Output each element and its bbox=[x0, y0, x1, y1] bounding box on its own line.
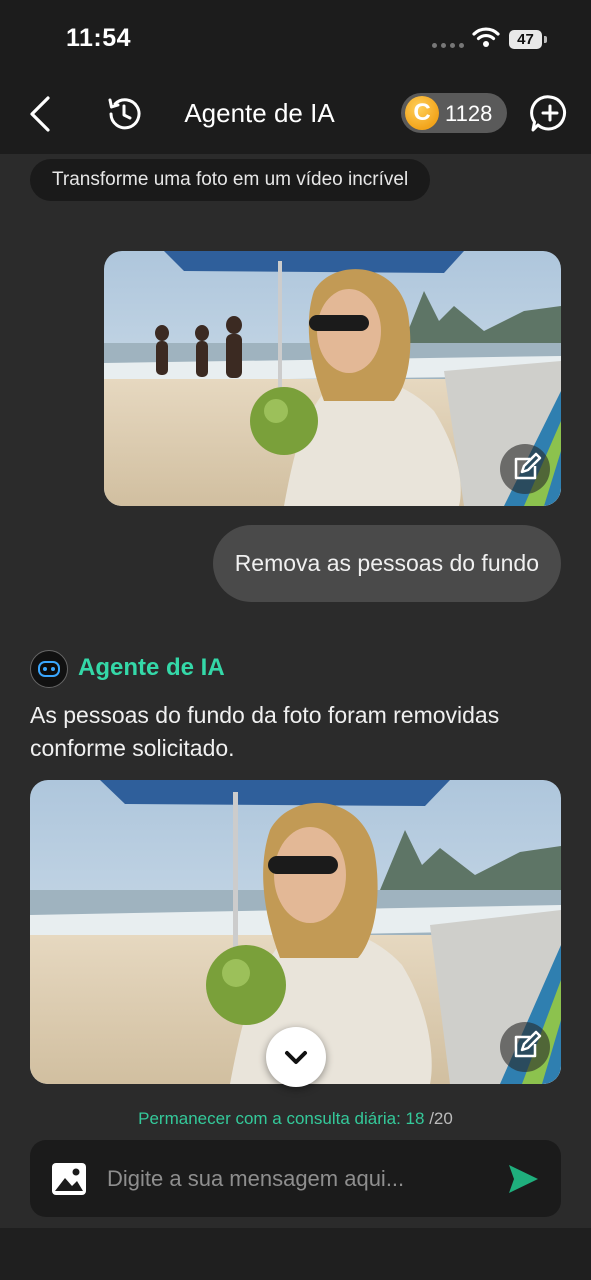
quota-label: Permanecer com a consulta diária: bbox=[138, 1109, 406, 1128]
coin-icon bbox=[405, 96, 439, 130]
bottom-bar bbox=[0, 1228, 591, 1280]
new-chat-button[interactable] bbox=[530, 94, 570, 134]
status-time: 11:54 bbox=[66, 24, 132, 52]
edit-result-button[interactable] bbox=[500, 1022, 550, 1072]
send-icon bbox=[509, 1165, 538, 1193]
status-bar: 11:54 47 bbox=[0, 0, 591, 80]
app-header: Agente de IA 1128 bbox=[0, 80, 591, 154]
edit-icon bbox=[514, 1030, 542, 1058]
new-chat-icon bbox=[530, 95, 566, 132]
back-button[interactable] bbox=[24, 94, 60, 134]
user-message-bubble: Remova as pessoas do fundo bbox=[212, 525, 561, 602]
send-button[interactable] bbox=[504, 1160, 542, 1198]
scroll-to-bottom-button[interactable] bbox=[266, 1027, 326, 1087]
chevron-down-icon bbox=[285, 1051, 307, 1064]
beach-photo-with-people bbox=[104, 251, 561, 506]
image-icon bbox=[52, 1163, 86, 1195]
back-icon bbox=[30, 96, 50, 132]
message-input[interactable] bbox=[105, 1158, 489, 1200]
agent-avatar-icon bbox=[30, 650, 68, 688]
attach-image-button[interactable] bbox=[50, 1160, 88, 1198]
coin-balance[interactable]: 1128 bbox=[401, 93, 507, 133]
quota-used: 18 bbox=[405, 1109, 425, 1128]
battery-level: 47 bbox=[509, 30, 542, 49]
agent-reply-text: As pessoas do fundo da foto foram removi… bbox=[30, 702, 500, 761]
history-icon bbox=[108, 98, 141, 130]
coin-count: 1128 bbox=[445, 101, 493, 126]
message-composer bbox=[30, 1140, 561, 1217]
user-uploaded-photo[interactable] bbox=[104, 251, 561, 506]
quota-max: /20 bbox=[429, 1109, 453, 1128]
edit-icon bbox=[514, 452, 542, 480]
agent-name: Agente de IA bbox=[78, 654, 225, 681]
prompt-suggestion-chip[interactable]: Transforme uma foto em um vídeo incrível bbox=[30, 159, 431, 201]
cellular-signal-icon bbox=[432, 43, 464, 48]
history-button[interactable] bbox=[104, 94, 144, 134]
battery-icon bbox=[544, 36, 547, 43]
wifi-icon bbox=[472, 27, 500, 47]
edit-photo-button[interactable] bbox=[500, 444, 550, 494]
daily-quota: Permanecer com a consulta diária: 18 /20 bbox=[0, 1109, 591, 1129]
chat-area[interactable]: Transforme uma foto em um vídeo incrível bbox=[0, 154, 591, 1140]
